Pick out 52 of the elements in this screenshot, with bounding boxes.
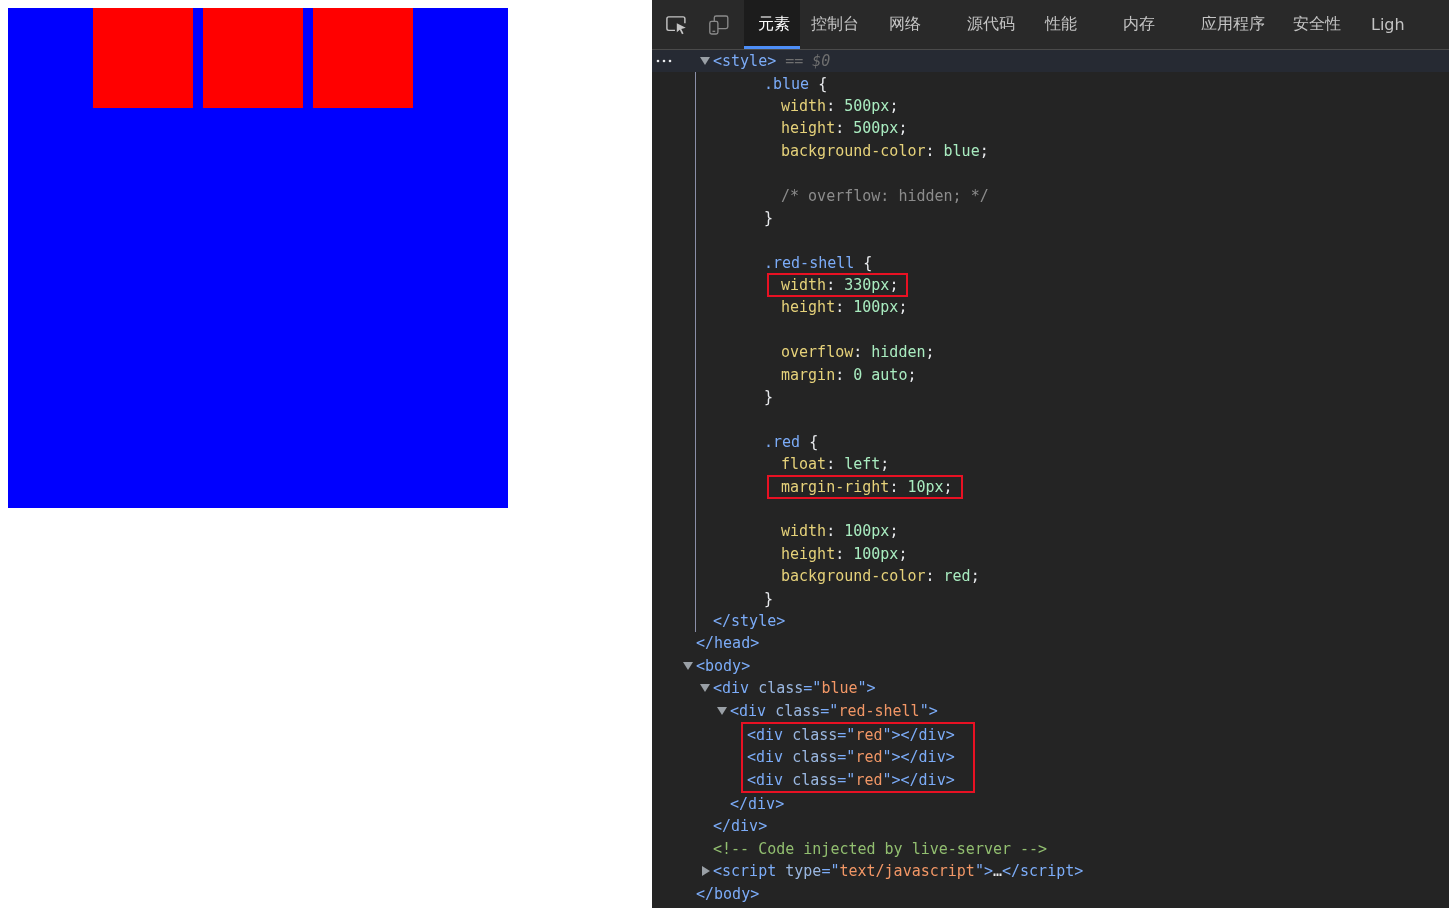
phone-tablet-icon[interactable] [707,12,730,37]
pointer-in-box-icon[interactable] [666,13,688,36]
tab[interactable]: 内存 [1123,0,1202,49]
tree-row[interactable]: <div class="red-shell"> [652,699,1449,722]
more-icon[interactable] [656,59,674,63]
tab[interactable]: 应用程序 [1201,0,1293,49]
tab[interactable]: 安全性 [1293,0,1371,49]
tab[interactable]: 元素 [743,0,801,49]
code-line: background-color: red; [781,567,980,586]
code-line: </style> [713,611,786,630]
code-line: width: 330px; [781,276,899,295]
code-line: height: 500px; [781,119,908,138]
tab[interactable]: 源代码 [967,0,1046,49]
tree-row[interactable]: <body> [652,654,1449,677]
code-line: height: 100px; [781,544,908,563]
code-line: </body> [696,884,760,903]
code-line: width: 500px; [781,96,899,115]
tab[interactable]: 网络 [889,0,968,49]
tab[interactable]: 性能 [1045,0,1124,49]
code-line: margin: 0 auto; [781,365,917,384]
code-line: overflow: hidden; [781,343,935,362]
code-line: } [764,589,774,608]
code-line[interactable]: <div class="blue"> [713,679,876,698]
code-line: height: 100px; [781,298,908,317]
code-line: /* overflow: hidden; */ [781,186,989,205]
code-line: .blue { [764,74,828,93]
code-line: float: left; [781,455,890,474]
tree-row[interactable]: <div class="blue"> [652,676,1449,700]
caret-icon[interactable] [714,705,730,716]
caret-icon[interactable] [680,660,696,671]
tree-row[interactable]: <style> == $0 [652,50,1449,73]
code-line[interactable]: <style> == $0 [713,52,831,71]
tree-row[interactable]: <!-- Code injected by live-server --> [652,837,1449,861]
code-line: </div> [713,817,768,836]
code-line: } [764,208,774,227]
tree-row[interactable]: <script type="text/javascript">…</script> [652,860,1449,883]
code-line: margin-right: 10px; [781,477,953,496]
tab[interactable]: Ligh [1371,0,1449,49]
code-line[interactable]: <!-- Code injected by live-server --> [713,839,1048,858]
caret-icon[interactable] [697,683,713,694]
code-line: .red { [764,432,819,451]
code-line[interactable]: <body> [696,656,751,675]
code-line: .red-shell { [764,253,873,272]
code-line: </head> [696,634,760,653]
code-line: width: 100px; [781,522,899,541]
tab[interactable]: 控制台 [811,0,890,49]
code-line[interactable]: <div class="red-shell"> [730,701,938,720]
caret-icon[interactable] [697,56,713,67]
code-line: background-color: blue; [781,141,989,160]
code-line[interactable]: <script type="text/javascript">…</script> [713,862,1084,881]
code-line: } [764,388,774,407]
code-line: </div> [730,795,785,814]
